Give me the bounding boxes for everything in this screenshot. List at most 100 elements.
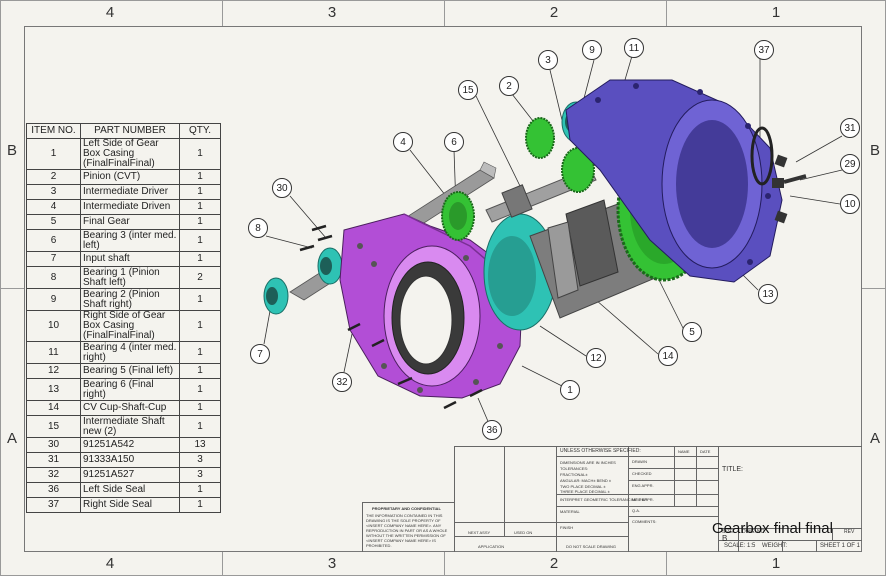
- tb-proprietary-text: THE INFORMATION CONTAINED IN THIS DRAWIN…: [366, 513, 448, 548]
- zone-divider: [666, 0, 667, 26]
- callout-balloon: 13: [758, 284, 778, 304]
- bom-item-no: 32: [26, 467, 81, 483]
- bom-row: 4 Intermediate Driven 1: [26, 199, 221, 215]
- bom-qty: 1: [179, 310, 221, 342]
- zone-label-top: 1: [771, 4, 781, 21]
- bom-row: 3 Intermediate Driver 1: [26, 184, 221, 200]
- bom-qty: 1: [179, 341, 221, 364]
- bom-row: 10 Right Side of Gear Box Casing (FinalFi…: [26, 310, 221, 342]
- callout-balloon: 2: [499, 76, 519, 96]
- tb-rev-label: REV: [844, 529, 855, 535]
- bom-qty: 1: [179, 482, 221, 498]
- title-block: UNLESS OTHERWISE SPECIFIED: NAME DATE DI…: [362, 446, 862, 552]
- zone-divider: [444, 0, 445, 26]
- bom-row: 32 91251A527 3: [26, 467, 221, 483]
- tb-used-on: USED ON: [514, 530, 533, 535]
- bom-item-no: 15: [26, 415, 81, 438]
- tb-weight: WEIGHT:: [762, 543, 787, 549]
- bom-qty: 2: [179, 266, 221, 289]
- exploded-assembly-view: [263, 55, 843, 427]
- tb-application: APPLICATION: [478, 544, 505, 549]
- bom-part-number: Pinion (CVT): [80, 169, 180, 185]
- tb-sheet: SHEET 1 OF 1: [820, 543, 860, 549]
- bom-row: 5 Final Gear 1: [26, 214, 221, 230]
- bom-qty: 1: [179, 400, 221, 416]
- bom-part-number: Bearing 1 (Pinion Shaft left): [80, 266, 180, 289]
- bom-qty: 13: [179, 437, 221, 453]
- bom-part-number: Intermediate Driven: [80, 199, 180, 215]
- bom-item-no: 36: [26, 482, 81, 498]
- bom-part-number: Intermediate Shaft new (2): [80, 415, 180, 438]
- bom-part-number: 91251A542: [80, 437, 180, 453]
- bom-header-row: ITEM NO. PART NUMBER QTY.: [26, 123, 221, 139]
- zone-divider: [666, 552, 667, 576]
- bom-row: 15 Intermediate Shaft new (2) 1: [26, 415, 221, 438]
- bom-row: 31 91333A150 3: [26, 452, 221, 468]
- zone-label-top: 4: [105, 4, 115, 21]
- bom-part-number: CV Cup-Shaft-Cup: [80, 400, 180, 416]
- tb-qa: Q.A.: [632, 508, 641, 513]
- bom-qty: 1: [179, 214, 221, 230]
- callout-balloon: 10: [840, 194, 860, 214]
- tb-three-place: THREE PLACE DECIMAL ±: [560, 489, 610, 494]
- bom-qty: 3: [179, 452, 221, 468]
- bom-body: 1 Left Side of Gear Box Casing (FinalFina…: [26, 138, 221, 513]
- bom-qty: 1: [179, 415, 221, 438]
- bom-row: 14 CV Cup-Shaft-Cup 1: [26, 400, 221, 416]
- bom-item-no: 9: [26, 288, 81, 311]
- bom-item-no: 7: [26, 251, 81, 267]
- bill-of-materials: ITEM NO. PART NUMBER QTY. 1 Left Side of …: [26, 123, 221, 513]
- callout-balloon: 12: [586, 348, 606, 368]
- bom-qty: 1: [179, 497, 221, 513]
- bom-item-no: 2: [26, 169, 81, 185]
- bom-qty: 1: [179, 378, 221, 401]
- zone-divider: [222, 0, 223, 26]
- bom-header-part: PART NUMBER: [80, 123, 180, 139]
- bom-item-no: 1: [26, 138, 81, 170]
- bom-row: 12 Bearing 5 (Final left) 1: [26, 363, 221, 379]
- tb-next-assy: NEXT ASSY: [468, 530, 491, 535]
- gear-pinion: [525, 117, 555, 159]
- bom-part-number: Left Side of Gear Box Casing (FinalFinal…: [80, 138, 180, 170]
- bom-qty: 1: [179, 199, 221, 215]
- tb-eng-appr: ENG APPR.: [632, 483, 654, 488]
- tb-drawn: DRAWN: [632, 459, 647, 464]
- tb-drawing-title: Gearbox final final: [712, 520, 833, 537]
- tb-finish: FINISH: [560, 525, 574, 530]
- bom-qty: 1: [179, 363, 221, 379]
- callout-balloon: 8: [248, 218, 268, 238]
- bom-item-no: 37: [26, 497, 81, 513]
- tb-scale: SCALE: 1:5: [724, 543, 756, 549]
- callout-balloon: 15: [458, 80, 478, 100]
- bom-item-no: 12: [26, 363, 81, 379]
- zone-label-bottom: 2: [549, 555, 559, 572]
- callout-balloon: 36: [482, 420, 502, 440]
- callout-balloon: 37: [754, 40, 774, 60]
- bom-header-qty: QTY.: [179, 123, 221, 139]
- bom-part-number: Bearing 4 (inter med. right): [80, 341, 180, 364]
- bom-qty: 3: [179, 467, 221, 483]
- bom-item-no: 5: [26, 214, 81, 230]
- zone-label-bottom: 1: [771, 555, 781, 572]
- bom-qty: 1: [179, 138, 221, 170]
- zone-label-bottom: 4: [105, 555, 115, 572]
- bom-part-number: Bearing 2 (Pinion Shaft right): [80, 288, 180, 311]
- tb-material: MATERIAL: [560, 509, 580, 514]
- callout-balloon: 9: [582, 40, 602, 60]
- bom-part-number: Bearing 3 (inter med. left): [80, 229, 180, 252]
- tb-proprietary-title: PROPRIETARY AND CONFIDENTIAL: [372, 506, 441, 511]
- bom-row: 1 Left Side of Gear Box Casing (FinalFina…: [26, 138, 221, 170]
- bom-item-no: 11: [26, 341, 81, 364]
- callout-balloon: 4: [393, 132, 413, 152]
- callout-balloon: 32: [332, 372, 352, 392]
- callout-balloon: 3: [538, 50, 558, 70]
- zone-divider: [444, 552, 445, 576]
- tb-tolerances: TOLERANCES:: [560, 466, 589, 471]
- bom-row: 30 91251A542 13: [26, 437, 221, 453]
- bom-part-number: Right Side Seal: [80, 497, 180, 513]
- bom-part-number: Intermediate Driver: [80, 184, 180, 200]
- bom-part-number: Final Gear: [80, 214, 180, 230]
- tb-title-label: TITLE:: [722, 466, 744, 473]
- zone-label-left: B: [6, 142, 17, 159]
- bom-row: 13 Bearing 6 (Final right) 1: [26, 378, 221, 401]
